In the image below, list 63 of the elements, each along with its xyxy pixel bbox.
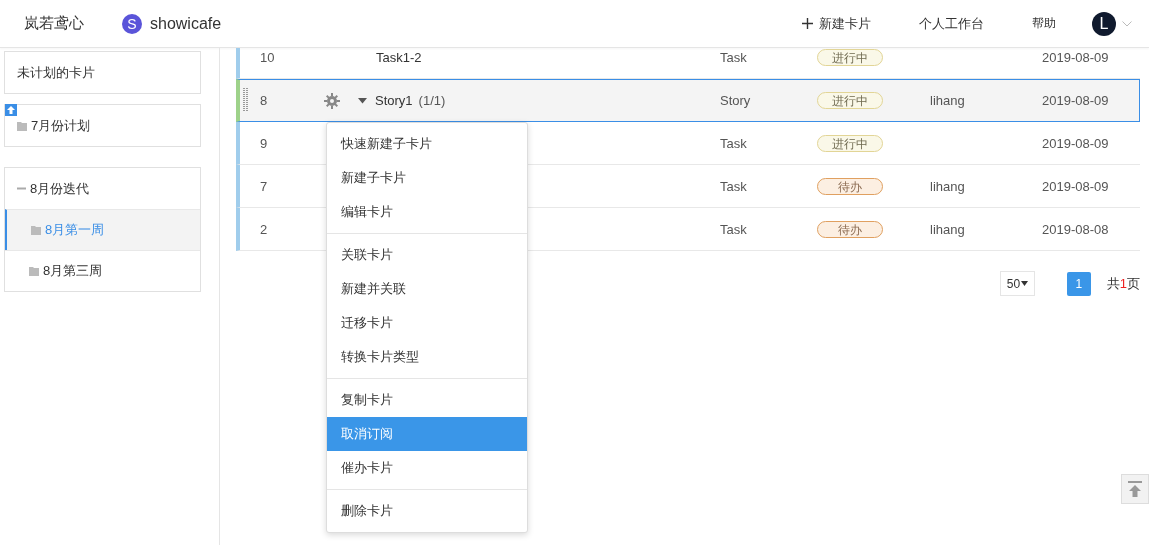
status-badge: 待办	[817, 220, 883, 238]
page-size-value: 50	[1006, 276, 1021, 291]
menu-item[interactable]: 迁移卡片	[327, 306, 527, 340]
menu-item[interactable]: 复制卡片	[327, 383, 527, 417]
id-cell-text: 8	[260, 93, 269, 108]
scroll-top-icon	[1128, 481, 1142, 497]
plus-icon	[802, 18, 813, 29]
menu-item[interactable]: 催办卡片	[327, 451, 527, 485]
type-cell-text: Task	[720, 135, 748, 151]
sidebar-item[interactable]: 8月第三周	[5, 250, 200, 291]
table-row[interactable]: 8 Story1 (1/1) Story 进行中 lihang 2019-08-09	[236, 79, 1140, 122]
help-link[interactable]: 帮助	[1032, 15, 1056, 32]
sidebar-item[interactable]: 7月份计划	[5, 105, 200, 146]
id-cell-text: 7	[260, 178, 269, 194]
folder-icon	[29, 266, 39, 276]
date-cell: 2019-08-09	[1042, 49, 1109, 65]
date-cell: 2019-08-09	[1042, 135, 1109, 151]
date-cell: 2019-08-09	[1042, 178, 1109, 194]
card-title[interactable]: Story1	[375, 93, 413, 108]
type-cell-text: Task	[720, 178, 748, 194]
folder-icon	[17, 120, 27, 131]
page-size-select[interactable]: 50	[999, 271, 1035, 296]
assignee-cell: lihang	[930, 93, 965, 108]
folder-icon	[31, 225, 41, 235]
drag-handle-icon[interactable]	[243, 88, 249, 112]
sidebar-item-label: 8月第三周	[43, 262, 103, 280]
menu-item[interactable]: 新建并关联	[327, 272, 527, 306]
user-avatar[interactable]: L	[1092, 11, 1116, 36]
id-cell-text: 2	[260, 221, 269, 237]
sidebar-item-label: 8月第一周	[45, 221, 105, 239]
project-logo[interactable]: S	[122, 13, 142, 34]
type-cell-text: Story	[720, 93, 752, 108]
sidebar-group-label: 8月份迭代	[30, 179, 90, 198]
id-cell-text: 10	[260, 49, 276, 65]
gear-icon[interactable]	[324, 92, 340, 109]
type-cell-text: Task	[720, 49, 748, 65]
card-title[interactable]: Task1-2	[376, 49, 422, 65]
status-badge: 待办	[817, 177, 883, 195]
date-cell: 2019-08-09	[1042, 93, 1109, 108]
sidebar-item[interactable]: 未计划的卡片	[5, 52, 200, 93]
assignee-cell: lihang	[930, 178, 965, 194]
workspace-name[interactable]: 岚若鸢心	[24, 14, 84, 33]
assignee-cell: lihang	[930, 221, 965, 237]
status-badge: 进行中	[817, 134, 883, 152]
status-badge: 进行中	[817, 92, 883, 109]
sidebar-item-label: 7月份计划	[31, 116, 91, 135]
menu-item[interactable]: 删除卡片	[327, 494, 527, 528]
new-card-button[interactable]: 新建卡片	[802, 14, 871, 33]
menu-item[interactable]: 转换卡片类型	[327, 340, 527, 374]
dropdown-arrow-icon	[1020, 281, 1028, 286]
caret-down-icon[interactable]	[358, 97, 367, 104]
child-count: (1/1)	[418, 93, 446, 108]
type-cell-text: Task	[720, 221, 748, 237]
sidebar-group[interactable]: 8月份迭代	[5, 168, 200, 209]
status-badge: 进行中	[817, 48, 883, 66]
scroll-top-button[interactable]	[1121, 474, 1149, 504]
page-total: 共1页	[1106, 274, 1140, 293]
id-cell-text: 9	[260, 135, 269, 151]
project-name[interactable]: showicafe	[150, 14, 222, 33]
menu-item[interactable]: 快速新建子卡片	[327, 127, 527, 161]
date-cell: 2019-08-08	[1042, 221, 1109, 237]
chevron-down-icon[interactable]	[1122, 20, 1132, 27]
workbench-link[interactable]: 个人工作台	[919, 14, 984, 33]
